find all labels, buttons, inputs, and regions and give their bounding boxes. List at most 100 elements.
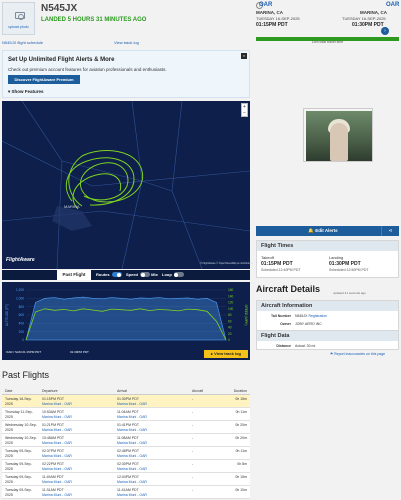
row-duration: 0h 20m <box>235 423 247 427</box>
speed-tick-label: 80 <box>228 313 232 317</box>
arrival-airport-link[interactable]: Marina Muni - OAR <box>117 493 147 497</box>
discover-premium-button[interactable]: Discover FlightAware Premium <box>8 75 80 84</box>
speed-tick-label: 0 <box>228 338 230 342</box>
departure-airport-link[interactable]: Marina Muni - OAR <box>42 415 72 419</box>
speed-mode-value: Mix <box>151 272 158 277</box>
arrival-airport-link[interactable]: Marina Muni - OAR <box>117 402 147 406</box>
show-features-toggle[interactable]: ▾ Show Features <box>8 89 44 95</box>
speed-toggle[interactable]: Speed Mix <box>126 270 158 280</box>
takeoff-block: Takeoff 01:15PM PDT Scheduled 12:40PM PD… <box>261 255 301 272</box>
origin-time: 01:15PM PDT <box>256 22 288 28</box>
departure-airport-link[interactable]: Marina Muni - OAR <box>42 428 72 432</box>
arrival-airport-link[interactable]: Marina Muni - OAR <box>117 454 147 458</box>
table-row[interactable]: Wednesday 10-Sep-2025 01:21PM PDT Marina M… <box>2 421 250 434</box>
aircraft-info-title: Aircraft Information <box>257 301 398 311</box>
flight-schedule-link[interactable]: N545JX flight schedule <box>2 40 43 45</box>
row-duration: 0h 15m <box>235 397 247 401</box>
origin-city: MARINA, CA <box>256 10 283 15</box>
col-aircraft: Aircraft <box>192 389 204 393</box>
row-date: Tuesday 09-Sep-2025 <box>5 449 32 458</box>
arrival-airport-link[interactable]: Marina Muni - OAR <box>117 441 147 445</box>
ad-image <box>306 111 372 161</box>
table-row[interactable]: Tuesday 16-Sep-2025 01:15PM PDT Marina Mun… <box>2 395 250 408</box>
table-row[interactable]: Tuesday 09-Sep-2025 11:31AM PDT Marina Mun… <box>2 486 250 499</box>
flight-data-title: Flight Data <box>257 331 398 341</box>
row-aircraft: - <box>192 423 194 427</box>
destination-code[interactable]: OAR <box>386 2 399 8</box>
arrival-airport-link[interactable]: Marina Muni - OAR <box>117 428 147 432</box>
row-arrival: 12:04PM PDT Marina Muni - OAR <box>117 475 147 484</box>
premium-alert-box: Set Up Unlimited Flight Alerts & More Ch… <box>2 50 250 98</box>
row-aircraft: - <box>192 410 194 414</box>
row-aircraft: - <box>192 436 194 440</box>
destination-time: 01:30PM PDT <box>352 22 384 28</box>
altitude-axis-title: ALTITUDE (FT) <box>5 304 9 326</box>
speed-tick-label: 120 <box>228 301 234 305</box>
col-date: Date <box>5 389 13 393</box>
map-zoom-control[interactable]: + − <box>241 103 248 117</box>
departure-airport-link[interactable]: Marina Muni - OAR <box>42 441 72 445</box>
departure-airport-link[interactable]: Marina Muni - OAR <box>42 402 72 406</box>
departure-time: 02:37PM PDT <box>42 449 64 453</box>
airport-header: i OAR MARINA, CA TUESDAY 16-SEP-2025 01:… <box>256 2 399 36</box>
page-title: N545JX <box>41 3 78 14</box>
upload-photo-button[interactable]: upload photo <box>2 2 35 35</box>
registration-link[interactable]: Registration <box>308 314 327 318</box>
report-inaccuracies-link[interactable]: ⚑ Report inaccuracies on this page <box>330 352 385 356</box>
track-log-link[interactable]: View track log <box>114 40 139 45</box>
speed-tick-label: 20 <box>228 332 232 336</box>
row-duration: 0h 20m <box>235 436 247 440</box>
takeoff-label: Takeoff <box>261 255 274 260</box>
row-date: Tuesday 09-Sep-2025 <box>5 462 32 471</box>
departure-airport-link[interactable]: Marina Muni - OAR <box>42 467 72 471</box>
origin-code[interactable]: OAR <box>259 2 272 8</box>
row-departure: 11:49AM PDT Marina Muni - OAR <box>42 475 72 484</box>
table-row[interactable]: Thursday 11-Sep-2025 10:53AM PDT Marina Mu… <box>2 408 250 421</box>
share-icon[interactable]: ⋖ <box>381 226 399 236</box>
zoom-out-icon[interactable]: − <box>242 110 247 116</box>
edit-alerts-button[interactable]: 🔔 Edit Alerts <box>256 226 390 236</box>
speed-tick-label: 60 <box>228 319 232 323</box>
flight-map[interactable]: MARINA <box>2 101 250 269</box>
speed-tick-label: 40 <box>228 326 232 330</box>
speed-switch[interactable] <box>140 272 151 278</box>
video-ad[interactable] <box>303 108 373 162</box>
speed-tick-label: 100 <box>228 307 234 311</box>
arrival-info-icon[interactable]: › <box>381 27 389 35</box>
loop-switch[interactable] <box>173 272 184 278</box>
arrival-airport-link[interactable]: Marina Muni - OAR <box>117 415 147 419</box>
row-aircraft: - <box>192 397 194 401</box>
row-arrival: 02:30PM PDT Marina Muni - OAR <box>117 462 147 471</box>
row-duration: 0h 8m <box>237 462 247 466</box>
table-row[interactable]: Wednesday 10-Sep-2025 10:48AM PDT Marina M… <box>2 434 250 447</box>
row-arrival: 11:08AM PDT Marina Muni - OAR <box>117 436 147 445</box>
landing-block: Landing 01:30PM PDT Scheduled 12:50PM PD… <box>329 255 369 272</box>
takeoff-time: 01:15PM PDT <box>261 261 293 267</box>
arrival-airport-link[interactable]: Marina Muni - OAR <box>117 480 147 484</box>
profile-chart: 1,2001,000800600400200016014012010080604… <box>5 288 248 342</box>
view-track-log-label: View track log <box>214 351 241 356</box>
departure-time: 01:15PM PDT <box>42 397 64 401</box>
destination-date: TUESDAY 16-SEP-2025 <box>342 16 386 21</box>
flight-data-panel: Flight Data Distance Actual: 30 mi <box>256 330 399 350</box>
departure-airport-link[interactable]: Marina Muni - OAR <box>42 454 72 458</box>
past-flights-title: Past Flights <box>2 370 50 380</box>
travel-time-note: 15m total travel time <box>311 40 344 44</box>
tail-number-label: Tail Number <box>271 314 291 318</box>
loop-toggle[interactable]: Loop <box>162 270 184 280</box>
close-icon[interactable]: × <box>241 53 247 59</box>
table-row[interactable]: Tuesday 09-Sep-2025 02:22PM PDT Marina Mun… <box>2 460 250 473</box>
table-row[interactable]: Tuesday 09-Sep-2025 11:49AM PDT Marina Mun… <box>2 473 250 486</box>
map-credit: © FlightAware © OpenStreetMap & contribu… <box>200 262 253 265</box>
routes-switch[interactable] <box>111 272 122 278</box>
departure-airport-link[interactable]: Marina Muni - OAR <box>42 480 72 484</box>
departure-airport-link[interactable]: Marina Muni - OAR <box>42 493 72 497</box>
arrival-time: 02:30PM PDT <box>117 462 139 466</box>
table-row[interactable]: Tuesday 09-Sep-2025 02:37PM PDT Marina Mun… <box>2 447 250 460</box>
row-aircraft: - <box>192 462 194 466</box>
arrival-time: 01:41PM PDT <box>117 423 139 427</box>
past-flight-tab[interactable]: Past Flight <box>57 270 91 280</box>
arrival-airport-link[interactable]: Marina Muni - OAR <box>117 467 147 471</box>
view-track-log-button[interactable]: ▸ View track log <box>204 350 248 358</box>
routes-toggle[interactable]: Routes <box>96 270 122 280</box>
